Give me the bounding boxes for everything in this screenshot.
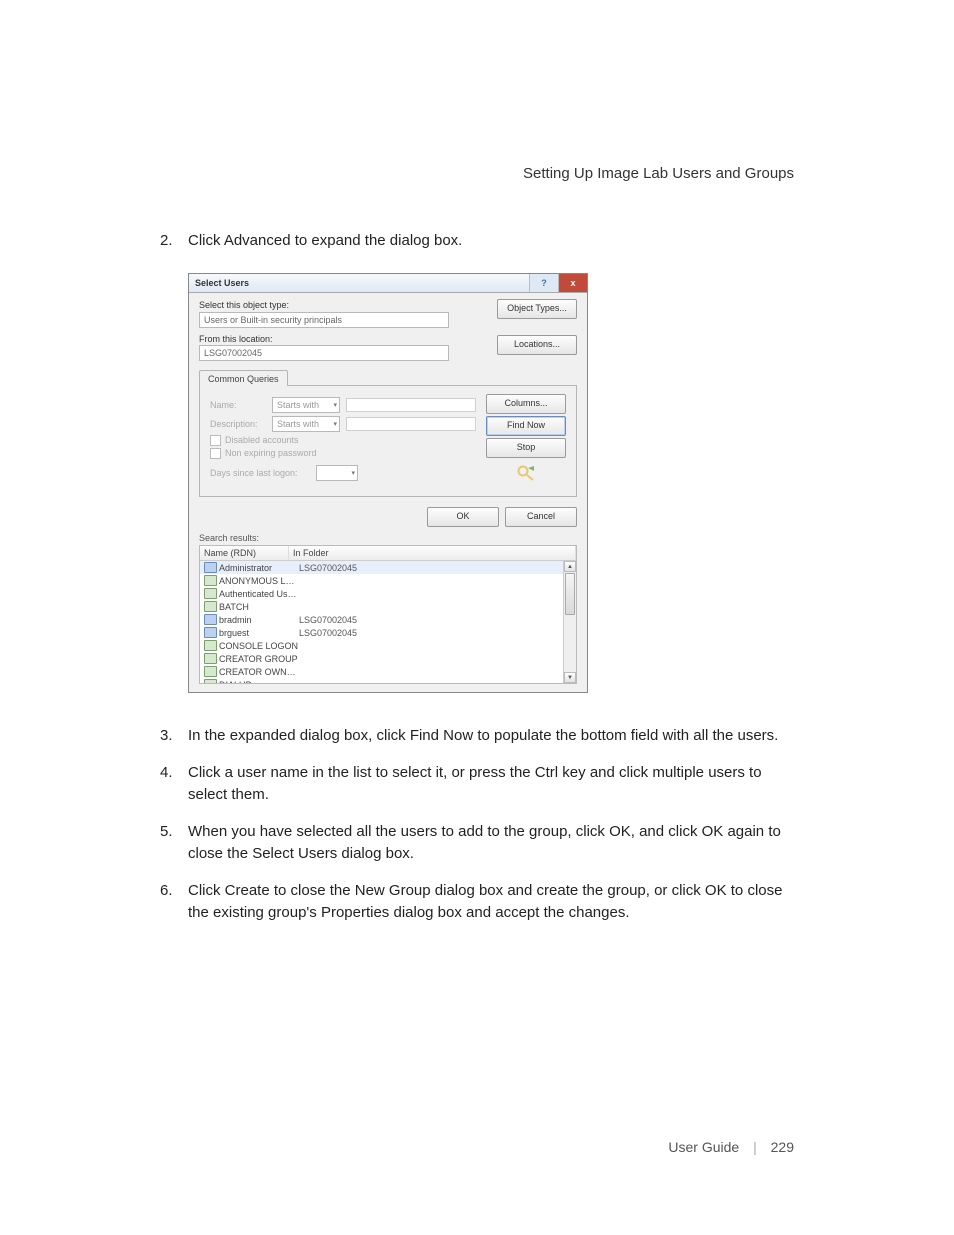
list-item[interactable]: ANONYMOUS LOG... [200,574,576,587]
step-3: 3. In the expanded dialog box, click Fin… [160,725,794,748]
description-input[interactable] [346,417,476,431]
list-item[interactable]: DIALUP [200,678,576,683]
search-icon [516,464,536,482]
list-item[interactable]: BATCH [200,600,576,613]
disabled-accounts-checkbox[interactable] [210,435,221,446]
results-header: Name (RDN) In Folder [200,546,576,561]
list-item[interactable]: AdministratorLSG07002045 [200,561,576,574]
group-icon [204,653,217,664]
list-item-folder: LSG07002045 [299,628,572,638]
list-item[interactable]: CONSOLE LOGON [200,639,576,652]
chevron-down-icon: ▾ [333,420,337,428]
list-item-folder: LSG07002045 [299,563,572,573]
name-label: Name: [210,400,266,410]
object-type-input[interactable]: Users or Built-in security principals [199,312,449,328]
list-item-name: Authenticated Users [219,589,299,599]
days-since-select[interactable]: ▾ [316,465,358,481]
scroll-up-icon[interactable]: ▲ [564,561,576,572]
group-icon [204,575,217,586]
step-4-num: 4. [160,762,188,807]
group-icon [204,666,217,677]
description-condition-select[interactable]: Starts with▾ [272,416,340,432]
days-since-label: Days since last logon: [210,468,310,478]
results-list: Name (RDN) In Folder AdministratorLSG070… [199,545,577,684]
search-results-label: Search results: [189,531,587,545]
stop-button[interactable]: Stop [486,438,566,458]
name-input[interactable] [346,398,476,412]
user-icon [204,627,217,638]
cancel-button[interactable]: Cancel [505,507,577,527]
list-item[interactable]: brguestLSG07002045 [200,626,576,639]
step-6-num: 6. [160,880,188,925]
list-item[interactable]: CREATOR OWNER [200,665,576,678]
list-item-name: bradmin [219,615,299,625]
group-icon [204,679,217,683]
list-item-name: Administrator [219,563,299,573]
scroll-thumb[interactable] [565,573,575,615]
close-button[interactable]: x [558,274,587,292]
scroll-down-icon[interactable]: ▼ [564,672,576,683]
disabled-accounts-label: Disabled accounts [225,435,299,445]
list-item-name: BATCH [219,602,299,612]
dialog-title: Select Users [195,278,249,288]
col-folder[interactable]: In Folder [289,546,576,560]
step-4: 4. Click a user name in the list to sele… [160,762,794,807]
list-item[interactable]: Authenticated Users [200,587,576,600]
step-5: 5. When you have selected all the users … [160,821,794,866]
step-4-text: Click a user name in the list to select … [188,762,794,807]
step-6-text: Click Create to close the New Group dial… [188,880,794,925]
step-2-text: Click Advanced to expand the dialog box. [188,230,794,253]
object-types-button[interactable]: Object Types... [497,299,577,319]
user-icon [204,562,217,573]
location-input[interactable]: LSG07002045 [199,345,449,361]
section-header: Setting Up Image Lab Users and Groups [160,165,794,182]
help-button[interactable]: ? [529,274,558,292]
columns-button[interactable]: Columns... [486,394,566,414]
step-6: 6. Click Create to close the New Group d… [160,880,794,925]
list-item[interactable]: CREATOR GROUP [200,652,576,665]
list-item-name: brguest [219,628,299,638]
step-3-num: 3. [160,725,188,748]
group-icon [204,601,217,612]
step-3-text: In the expanded dialog box, click Find N… [188,725,794,748]
list-item-name: ANONYMOUS LOG... [219,576,299,586]
common-queries-panel: Name: Starts with▾ Description: Starts w… [199,385,577,497]
footer-sep: | [753,1139,757,1155]
list-item-folder: LSG07002045 [299,615,572,625]
group-icon [204,588,217,599]
page-footer: User Guide | 229 [668,1139,794,1155]
step-2: 2. Click Advanced to expand the dialog b… [160,230,794,253]
step-2-num: 2. [160,230,188,253]
step-5-num: 5. [160,821,188,866]
nonexpiring-password-label: Non expiring password [225,448,317,458]
chevron-down-icon: ▾ [333,401,337,409]
list-item[interactable]: bradminLSG07002045 [200,613,576,626]
locations-button[interactable]: Locations... [497,335,577,355]
description-label: Description: [210,419,266,429]
col-name[interactable]: Name (RDN) [200,546,289,560]
results-scrollbar[interactable]: ▲ ▼ [563,561,576,683]
user-icon [204,614,217,625]
footer-page-number: 229 [771,1139,794,1155]
group-icon [204,640,217,651]
find-now-button[interactable]: Find Now [486,416,566,436]
ok-button[interactable]: OK [427,507,499,527]
list-item-name: DIALUP [219,680,299,684]
chevron-down-icon: ▾ [351,469,355,477]
object-type-label: Select this object type: [199,300,289,310]
list-item-name: CONSOLE LOGON [219,641,299,651]
nonexpiring-password-checkbox[interactable] [210,448,221,459]
name-condition-select[interactable]: Starts with▾ [272,397,340,413]
footer-guide: User Guide [668,1139,739,1155]
list-item-name: CREATOR GROUP [219,654,299,664]
location-label: From this location: [199,334,273,344]
step-5-text: When you have selected all the users to … [188,821,794,866]
titlebar: Select Users ? x [189,274,587,293]
select-users-dialog: Select Users ? x Select this object type… [188,273,588,694]
common-queries-tab[interactable]: Common Queries [199,370,288,386]
list-item-name: CREATOR OWNER [219,667,299,677]
